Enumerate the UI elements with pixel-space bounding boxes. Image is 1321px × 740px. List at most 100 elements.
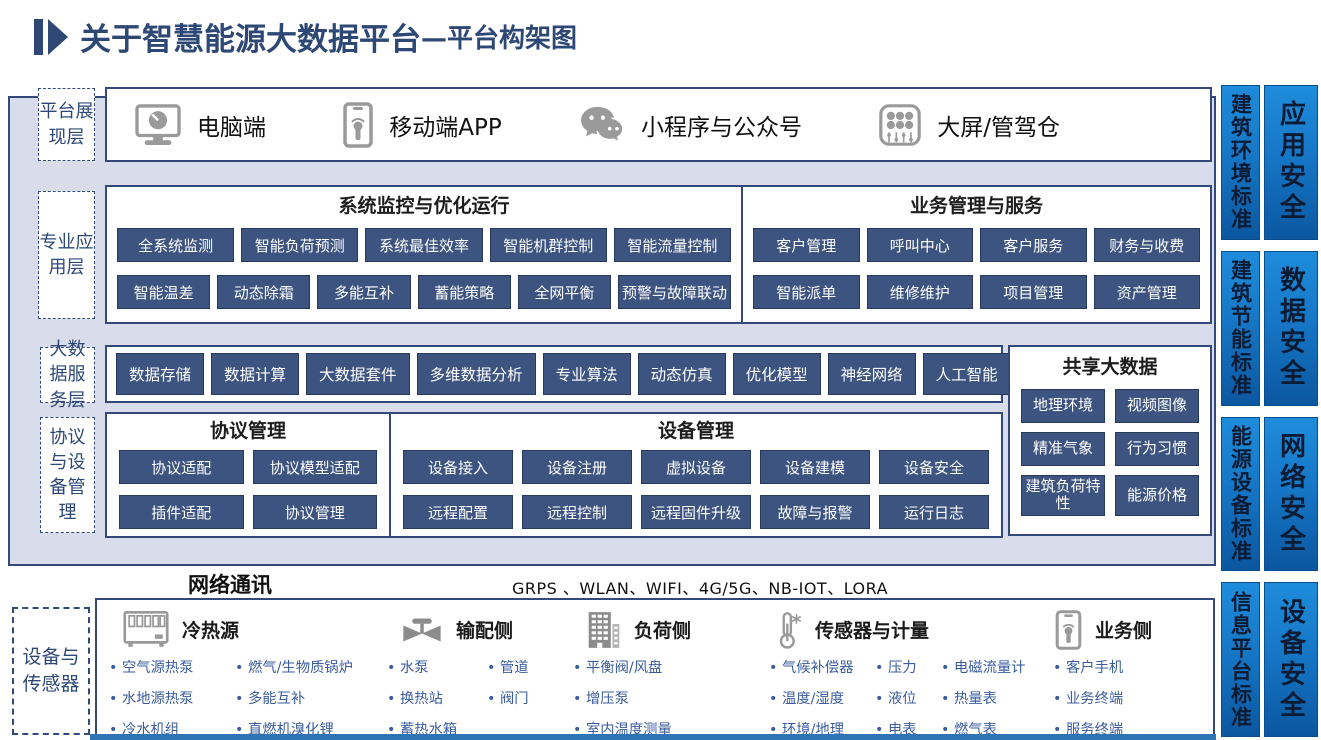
- device-column-title: 业务侧: [1095, 616, 1152, 643]
- shared-chip: 建筑负荷特性: [1021, 475, 1105, 516]
- device-column-header: 传感器与计量: [769, 606, 1041, 653]
- group-title: 设备管理: [403, 419, 989, 443]
- protocol-chip: 协议适配: [119, 450, 244, 484]
- layer-label-protocol: 协议与设备管理: [40, 417, 95, 533]
- device-bullet: 业务终端: [1053, 684, 1123, 715]
- bigdata-chip: 多维数据分析: [417, 353, 536, 395]
- device-bullet: 空气源热泵: [109, 653, 231, 684]
- device-column-distribution: 输配侧 水泵 换热站 蓄热水箱 管道 阀门: [387, 606, 573, 740]
- device-chip: 设备建模: [760, 450, 870, 484]
- standard-bar: 建筑节能标准: [1221, 251, 1260, 406]
- standard-bar: 信息平台标准: [1221, 582, 1260, 737]
- app-chip: 全网平衡: [518, 275, 611, 309]
- device-column-title: 传感器与计量: [815, 616, 929, 643]
- presentation-layer-box: 电脑端 移动端APP 小程序与公众号 大屏/管驾仓: [105, 87, 1212, 162]
- bottom-strip: [90, 734, 1216, 740]
- device-column-header: 业务侧: [1041, 606, 1201, 653]
- device-bullet: 热量表: [941, 684, 1025, 715]
- layer-label-bigdata: 大数据服务层: [40, 347, 95, 403]
- monitor-icon: [135, 104, 181, 146]
- shared-chip: 行为习惯: [1115, 432, 1199, 466]
- network-protocols: GRPS 、WLAN、WIFI、4G/5G、NB-IOT、LORA: [420, 575, 980, 599]
- device-bullet: 水地源热泵: [109, 684, 231, 715]
- device-bullet: 增压泵: [573, 684, 672, 715]
- device-bullet: 平衡阀/风盘: [573, 653, 672, 684]
- shared-chip: 能源价格: [1115, 475, 1199, 516]
- device-column-business-side: 业务侧 客户手机 业务终端 服务终端: [1041, 606, 1201, 740]
- device-column-sensors-metering: 传感器与计量 气候补偿器 温度/湿度 环境/地理 压力 液位 电表 电磁流量计 …: [769, 606, 1041, 740]
- device-bullets: 平衡阀/风盘 增压泵 室内温度测量: [573, 653, 769, 740]
- device-column-title: 负荷侧: [634, 616, 691, 643]
- app-chip: 系统最佳效率: [365, 228, 482, 262]
- app-chip: 智能派单: [753, 275, 860, 309]
- chip-row: 远程配置 远程控制 远程固件升级 故障与报警 运行日志: [403, 495, 989, 529]
- standard-bar: 能源设备标准: [1221, 417, 1260, 572]
- group-device-management: 设备管理 设备接入 设备注册 虚拟设备 设备建模 设备安全 远程配置 远程控制 …: [391, 414, 1001, 536]
- app-chip: 维修维护: [867, 275, 974, 309]
- device-bullet: 温度/湿度: [769, 684, 871, 715]
- security-bar: 设备安全: [1264, 582, 1318, 737]
- protocol-chip: 协议管理: [253, 495, 378, 529]
- app-chip: 全系统监测: [117, 228, 234, 262]
- device-chip: 远程配置: [403, 495, 513, 529]
- app-chip: 动态除霜: [217, 275, 310, 309]
- layer-label-presentation: 平台展现层: [38, 88, 95, 161]
- device-chip: 故障与报警: [760, 495, 870, 529]
- group-title: 协议管理: [119, 419, 377, 443]
- app-chip: 客户管理: [753, 228, 860, 262]
- chip-row: 智能派单 维修维护 项目管理 资产管理: [753, 275, 1200, 309]
- bigdata-chip: 神经网络: [828, 353, 916, 395]
- control-panel-icon: [879, 104, 921, 146]
- shared-bigdata-box: 共享大数据 地理环境 视频图像 精准气象 行为习惯 建筑负荷特性 能源价格: [1008, 345, 1212, 536]
- device-bullet: 液位: [875, 684, 937, 715]
- bigdata-chip: 数据存储: [116, 353, 204, 395]
- app-chip: 蓄能策略: [418, 275, 511, 309]
- chip-row: 协议适配 协议模型适配: [119, 450, 377, 484]
- security-bar: 网络安全: [1264, 417, 1318, 572]
- presentation-item-wechat: 小程序与公众号: [579, 105, 802, 145]
- device-column-load-side: 负荷侧 平衡阀/风盘 增压泵 室内温度测量: [573, 606, 769, 740]
- bigdata-chip: 动态仿真: [638, 353, 726, 395]
- security-bar-column: 应用安全 数据安全 网络安全 设备安全: [1264, 85, 1318, 737]
- bigdata-chip: 优化模型: [733, 353, 821, 395]
- device-bullet: 电磁流量计: [941, 653, 1025, 684]
- standard-bar: 建筑环境标准: [1221, 85, 1260, 240]
- shared-bigdata-title: 共享大数据: [1021, 354, 1199, 380]
- wechat-icon: [579, 105, 625, 145]
- page-title: 关于智慧能源大数据平台: [80, 14, 421, 59]
- protocol-chip: 协议模型适配: [253, 450, 378, 484]
- layer-label-application: 专业应用层: [38, 191, 95, 319]
- presentation-item-label: 大屏/管驾仓: [937, 108, 1060, 142]
- device-bullets: 空气源热泵 水地源热泵 冷水机组 燃气/生物质锅炉 多能互补 直燃机溴化锂: [109, 653, 387, 740]
- device-chip: 运行日志: [879, 495, 989, 529]
- app-chip: 财务与收费: [1094, 228, 1201, 262]
- bigdata-chip: 大数据套件: [306, 353, 410, 395]
- bigdata-chip: 专业算法: [543, 353, 631, 395]
- device-bullets: 客户手机 业务终端 服务终端: [1041, 653, 1201, 740]
- presentation-item-label: 移动端APP: [389, 108, 501, 142]
- hvac-unit-icon: [123, 610, 169, 650]
- thermometer-icon: [775, 610, 802, 650]
- shared-chip: 精准气象: [1021, 432, 1105, 466]
- shared-chip: 地理环境: [1021, 389, 1105, 423]
- device-column-header: 负荷侧: [573, 606, 769, 653]
- chip-row: 设备接入 设备注册 虚拟设备 设备建模 设备安全: [403, 450, 989, 484]
- app-chip: 客户服务: [980, 228, 1087, 262]
- device-bullet: 阀门: [487, 684, 529, 715]
- group-system-monitoring: 系统监控与优化运行 全系统监测 智能负荷预测 系统最佳效率 智能机群控制 智能流…: [107, 187, 743, 322]
- device-chip: 虚拟设备: [641, 450, 751, 484]
- phone-touch-icon: [1055, 610, 1082, 650]
- presentation-item-bigscreen: 大屏/管驾仓: [879, 104, 1060, 146]
- protocol-chip: 插件适配: [119, 495, 244, 529]
- chip-row: 插件适配 协议管理: [119, 495, 377, 529]
- standards-bar-column: 建筑环境标准 建筑节能标准 能源设备标准 信息平台标准: [1221, 85, 1260, 737]
- page-title-row: 关于智慧能源大数据平台 —平台构架图: [34, 14, 577, 59]
- device-bullet: 水泵: [387, 653, 483, 684]
- shared-bigdata-grid: 地理环境 视频图像 精准气象 行为习惯 建筑负荷特性 能源价格: [1021, 389, 1199, 516]
- device-bullets: 气候补偿器 温度/湿度 环境/地理 压力 液位 电表 电磁流量计 热量表 燃气表: [769, 653, 1041, 740]
- presentation-item-label: 小程序与公众号: [641, 108, 802, 142]
- chip-row: 客户管理 呼叫中心 客户服务 财务与收费: [753, 228, 1200, 262]
- device-bullet: 气候补偿器: [769, 653, 871, 684]
- app-chip: 资产管理: [1094, 275, 1201, 309]
- device-bullet: 管道: [487, 653, 529, 684]
